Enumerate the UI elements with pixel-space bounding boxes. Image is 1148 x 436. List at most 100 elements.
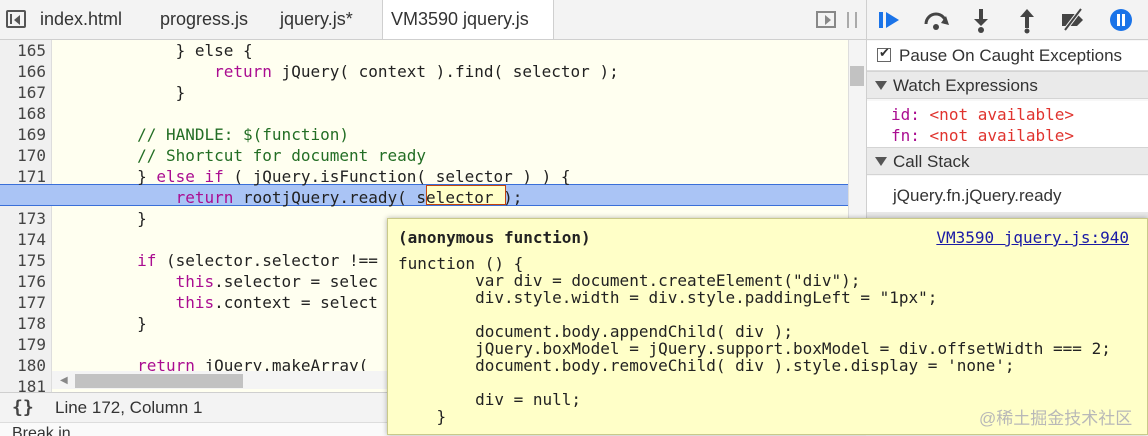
tab-index-html[interactable]: index.html [40, 0, 122, 39]
code-line: this.context = select [60, 292, 378, 313]
pause-caught-checkbox[interactable] [877, 45, 891, 62]
code-text: .selector = selec [214, 272, 378, 291]
popover-code-line: div.style.width = div.style.paddingLeft … [398, 288, 938, 307]
code-line: } [60, 82, 186, 103]
watermark-text: @稀土掘金技术社区 [979, 409, 1133, 428]
pause-caught-label: Pause On Caught Exceptions [899, 46, 1123, 65]
tab-bar: index.html progress.js jquery.js* VM3590… [0, 0, 866, 68]
cursor-position: Line 172, Column 1 [55, 398, 203, 417]
code-text: } [60, 314, 147, 333]
debugger-toolbar [867, 0, 1148, 40]
code-line: return rootjQuery.ready( selector ); [60, 187, 523, 208]
code-keyword: return [175, 188, 234, 207]
tab-jquery-js[interactable]: jquery.js* [280, 0, 353, 39]
code-line: // Shortcut for document ready [60, 145, 426, 166]
watch-expressions-list: id: <not available> fn: <not available> [867, 101, 1148, 147]
line-number[interactable]: 176 [0, 271, 46, 292]
line-number[interactable]: 177 [0, 292, 46, 313]
debugger-panel-toggle-icon[interactable] [816, 11, 836, 28]
popover-code-line: div = null; [398, 390, 582, 409]
section-title: Watch Expressions [893, 76, 1038, 95]
watch-name: id: [891, 105, 920, 124]
tab-progress-js[interactable]: progress.js [160, 0, 248, 39]
popover-code-line: document.body.removeChild( div ).style.d… [398, 356, 1015, 375]
watch-expressions-header[interactable]: Watch Expressions [867, 71, 1148, 99]
code-line: } [60, 313, 147, 334]
line-number[interactable]: 170 [0, 145, 46, 166]
deactivate-breakpoints-icon[interactable] [1059, 6, 1087, 34]
line-number[interactable]: 179 [0, 334, 46, 355]
resume-icon[interactable] [875, 6, 903, 34]
execution-line-gutter [0, 184, 52, 206]
popover-code-line: } [398, 407, 447, 426]
code-comment: // Shortcut for document ready [60, 146, 427, 165]
watch-item[interactable]: id: <not available> [891, 105, 1074, 124]
watch-value: <not available> [929, 105, 1075, 124]
code-line: this.selector = selec [60, 271, 378, 292]
popover-title: (anonymous function) [398, 228, 591, 247]
code-text: } else { [60, 41, 253, 60]
pause-bars-icon [847, 12, 857, 28]
code-text: (selector.selector !== [156, 251, 378, 270]
code-text: } [60, 83, 186, 102]
line-number[interactable]: 167 [0, 82, 46, 103]
line-number[interactable]: 168 [0, 103, 46, 124]
line-number[interactable]: 165 [0, 40, 46, 61]
line-number[interactable]: 174 [0, 229, 46, 250]
code-line: return jQuery( context ).find( selector … [60, 61, 619, 82]
scroll-left-arrow-icon[interactable]: ◀ [60, 375, 68, 386]
pause-on-caught-exceptions-row[interactable]: Pause On Caught Exceptions [867, 41, 1148, 71]
tab-label: index.html [40, 9, 123, 29]
pretty-print-icon[interactable]: {} [12, 397, 34, 418]
code-keyword: this [175, 293, 215, 312]
line-number[interactable]: 178 [0, 313, 46, 334]
code-keyword: else if [156, 167, 224, 186]
line-number[interactable]: 180 [0, 355, 46, 376]
line-number[interactable]: 175 [0, 250, 46, 271]
source-location-link[interactable]: VM3590 jquery.js:940 [936, 228, 1129, 247]
line-number[interactable]: 181 [0, 376, 46, 392]
line-number[interactable]: 166 [0, 61, 46, 82]
line-number[interactable]: 169 [0, 124, 46, 145]
code-line: } else if ( jQuery.isFunction( selector … [60, 166, 571, 187]
popover-code-line: function () { [398, 254, 524, 273]
code-line: // HANDLE: $(function) [60, 124, 349, 145]
call-stack-list: jQuery.fn.jQuery.ready [867, 176, 1148, 212]
function-preview-popover: (anonymous function) VM3590 jquery.js:94… [387, 218, 1148, 435]
popover-code-line: var div = document.createElement("div"); [398, 271, 861, 290]
expand-triangle-icon [875, 157, 887, 166]
vertical-scroll-thumb[interactable] [850, 66, 864, 86]
code-comment: // HANDLE: $(function) [60, 125, 349, 144]
code-line: } else { [60, 40, 253, 61]
popover-code-line: jQuery.boxModel = jQuery.support.boxMode… [398, 339, 1111, 358]
call-stack-header[interactable]: Call Stack [867, 147, 1148, 175]
step-over-icon[interactable] [922, 6, 950, 34]
tab-label: progress.js [160, 9, 249, 29]
step-out-icon[interactable] [1013, 6, 1041, 34]
code-line: } [60, 208, 147, 229]
line-gutter[interactable]: 1651661671681691701711721731741751761771… [0, 40, 52, 392]
pause-on-exceptions-icon[interactable] [1107, 6, 1135, 34]
call-frame[interactable]: jQuery.fn.jQuery.ready [893, 186, 1062, 206]
step-into-icon[interactable] [967, 6, 995, 34]
navigator-toggle-icon[interactable] [6, 10, 26, 28]
watch-name: fn: [891, 126, 920, 145]
watch-item[interactable]: fn: <not available> [891, 126, 1074, 145]
code-text: rootjQuery.ready( selector ); [233, 188, 523, 207]
code-text: } [60, 209, 147, 228]
tab-label: VM3590 jquery.js [391, 9, 529, 29]
tab-vm3590-jquery-js[interactable]: VM3590 jquery.js✕ [382, 0, 554, 68]
code-line: if (selector.selector !== [60, 250, 378, 271]
section-title: Call Stack [893, 152, 970, 171]
drawer-label: Break in [12, 425, 71, 436]
code-text: .context = select [214, 293, 378, 312]
popover-code-line: document.body.appendChild( div ); [398, 322, 793, 341]
code-text: ( jQuery.isFunction( selector ) ) { [223, 167, 571, 186]
line-number[interactable]: 173 [0, 208, 46, 229]
tab-label: jquery.js* [280, 9, 353, 29]
horizontal-scroll-thumb[interactable] [75, 374, 243, 388]
